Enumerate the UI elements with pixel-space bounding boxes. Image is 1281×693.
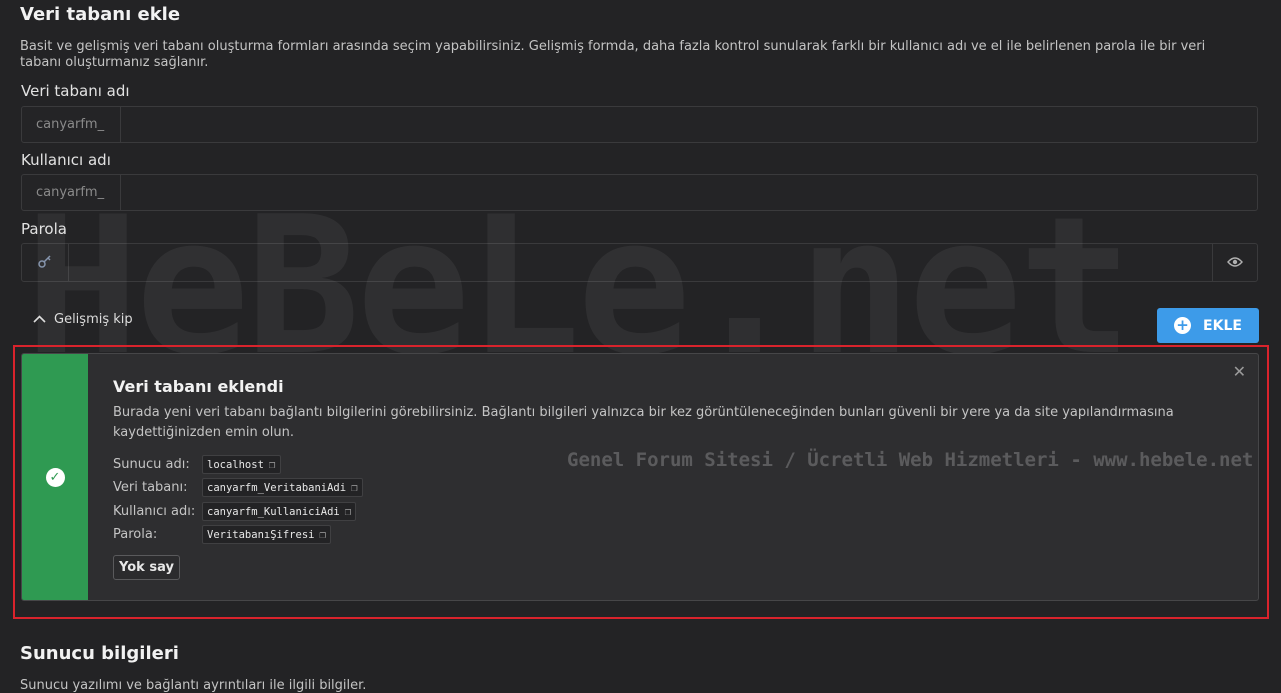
row-value-code[interactable]: localhost ❐ (202, 455, 281, 474)
connection-row-username: Kullanıcı adı: canyarfm_KullaniciAdi ❐ (113, 502, 357, 521)
notice-description: Burada yeni veri tabanı bağlantı bilgile… (113, 405, 1174, 440)
page-title: Veri tabanı ekle (20, 4, 181, 25)
row-key: Kullanıcı adı: (113, 504, 196, 519)
row-value: canyarfm_KullaniciAdi (207, 505, 340, 518)
chevron-up-icon (33, 312, 46, 327)
eye-icon (1227, 253, 1243, 272)
dismiss-button[interactable]: Yok say (113, 555, 180, 580)
server-info-title: Sunucu bilgileri (20, 643, 179, 664)
plus-circle-icon: + (1174, 317, 1192, 334)
row-value: canyarfm_VeritabaniAdi (207, 481, 347, 494)
success-notice: ✓ ✕ Veri tabanı eklendi Burada yeni veri… (21, 353, 1259, 601)
row-value-code[interactable]: canyarfm_VeritabaniAdi ❐ (202, 478, 363, 497)
row-key: Sunucu adı: (113, 457, 190, 472)
username-prefix: canyarfm_ (22, 175, 121, 210)
password-label: Parola (21, 220, 67, 238)
connection-row-database: Veri tabanı: canyarfm_VeritabaniAdi ❐ (113, 478, 363, 497)
advanced-mode-toggle[interactable]: Gelişmiş kip (33, 312, 133, 327)
connection-row-server: Sunucu adı: localhost ❐ (113, 455, 281, 474)
key-generate-icon (37, 253, 53, 273)
toggle-password-visibility-button[interactable] (1212, 244, 1257, 281)
row-value: localhost (207, 458, 264, 471)
success-strip: ✓ (22, 354, 88, 600)
row-value: VeritabanıŞifresi (207, 528, 315, 541)
close-icon[interactable]: ✕ (1233, 362, 1246, 381)
db-name-label: Veri tabanı adı (21, 82, 130, 100)
connection-row-password: Parola: VeritabanıŞifresi ❐ (113, 525, 332, 544)
add-database-label: EKLE (1203, 317, 1242, 334)
copy-icon[interactable]: ❐ (319, 528, 326, 541)
add-database-button[interactable]: + EKLE (1157, 308, 1259, 343)
row-key: Veri tabanı: (113, 480, 188, 495)
check-circle-icon: ✓ (45, 467, 65, 487)
password-field[interactable] (21, 243, 1258, 282)
username-field[interactable]: canyarfm_ (21, 174, 1258, 211)
notice-title: Veri tabanı eklendi (113, 377, 284, 396)
generate-password-button[interactable] (22, 244, 69, 281)
db-name-field[interactable]: canyarfm_ (21, 106, 1258, 143)
db-name-prefix: canyarfm_ (22, 107, 121, 142)
copy-icon[interactable]: ❐ (269, 458, 276, 471)
copy-icon[interactable]: ❐ (351, 481, 358, 494)
page-description: Basit ve gelişmiş veri tabanı oluşturma … (20, 39, 1206, 70)
row-key: Parola: (113, 527, 158, 542)
username-label: Kullanıcı adı (21, 151, 111, 169)
row-value-code[interactable]: canyarfm_KullaniciAdi ❐ (202, 502, 357, 521)
advanced-mode-label: Gelişmiş kip (54, 312, 133, 327)
copy-icon[interactable]: ❐ (345, 505, 352, 518)
row-value-code[interactable]: VeritabanıŞifresi ❐ (202, 525, 332, 544)
